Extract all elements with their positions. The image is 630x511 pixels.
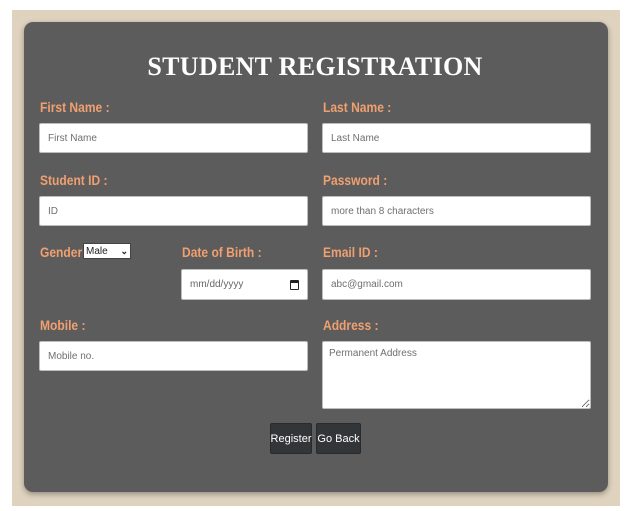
- calendar-icon[interactable]: [290, 279, 299, 290]
- password-label: Password :: [323, 172, 388, 188]
- gender-select[interactable]: Male ⌄: [83, 243, 131, 259]
- mobile-label: Mobile :: [40, 317, 86, 333]
- dob-label: Date of Birth :: [182, 244, 262, 260]
- gender-selected-value: Male: [86, 245, 108, 257]
- address-label: Address :: [323, 317, 379, 333]
- student-id-input[interactable]: [39, 196, 308, 226]
- email-input[interactable]: [322, 269, 591, 300]
- first-name-input[interactable]: [39, 123, 308, 153]
- password-input[interactable]: [322, 196, 591, 226]
- student-id-label: Student ID :: [40, 172, 108, 188]
- register-button[interactable]: Register: [270, 423, 312, 454]
- chevron-down-icon: ⌄: [120, 245, 128, 256]
- email-label: Email ID :: [323, 244, 378, 260]
- last-name-label: Last Name :: [323, 99, 392, 115]
- go-back-button[interactable]: Go Back: [316, 423, 361, 454]
- dob-placeholder: mm/dd/yyyy: [190, 279, 244, 290]
- last-name-input[interactable]: [322, 123, 591, 153]
- form-title: STUDENT REGISTRATION: [147, 52, 483, 81]
- first-name-label: First Name :: [40, 99, 110, 115]
- dob-input[interactable]: mm/dd/yyyy: [181, 269, 308, 300]
- address-textarea[interactable]: [322, 341, 591, 409]
- mobile-input[interactable]: [39, 341, 308, 371]
